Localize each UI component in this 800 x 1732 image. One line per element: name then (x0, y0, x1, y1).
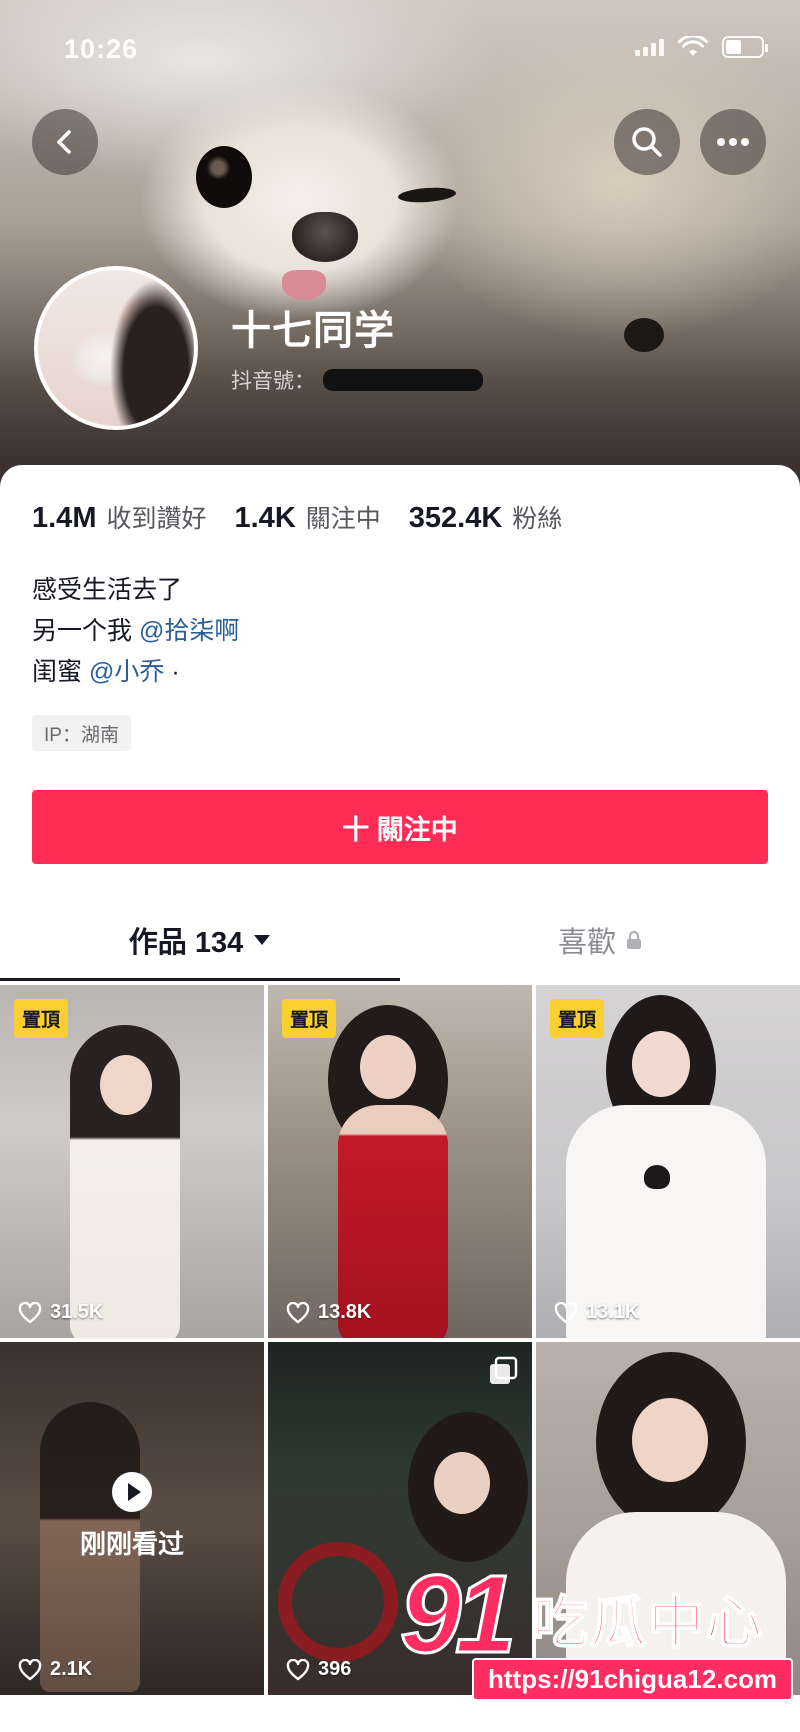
multi-image-icon (488, 1356, 518, 1386)
banner-image-detail (292, 212, 358, 262)
stats-row: 1.4M 收到讚好 1.4K 關注中 352.4K 粉絲 (32, 499, 562, 535)
more-dots-icon (717, 138, 749, 146)
bio-mention-link[interactable]: @拾柒啊 (139, 617, 239, 645)
bio-text: 闺蜜 (32, 658, 83, 686)
bio-text: · (171, 658, 180, 686)
banner-image-detail (397, 185, 457, 205)
heart-outline-icon (18, 1301, 42, 1323)
lock-icon (627, 930, 641, 949)
follow-button-label: 十 關注中 (342, 814, 458, 845)
stat-label: 關注中 (305, 505, 381, 533)
like-count-text: 2.1K (50, 1658, 93, 1680)
like-count-text: 396 (318, 1658, 352, 1680)
bio-line: 感受生活去了 (32, 576, 183, 604)
thumbnail-figure (360, 1035, 416, 1099)
recently-watched-label: 刚刚看过 (79, 1529, 184, 1559)
profile-nickname: 十七同学 (231, 309, 395, 353)
caret-down-icon (254, 935, 271, 945)
video-tile[interactable]: 置頂 13.1K (536, 985, 800, 1338)
bio-mention-link[interactable]: @小乔 (89, 658, 164, 686)
pinned-badge: 置頂 (14, 999, 69, 1038)
thumbnail-figure (434, 1452, 490, 1514)
heart-outline-icon (554, 1301, 578, 1323)
bio-line: 另一个我 @拾柒啊 (32, 611, 239, 652)
bio-line: 闺蜜 @小乔 · (32, 652, 239, 693)
thumbnail-figure (644, 1165, 670, 1189)
banner-image-detail (196, 146, 252, 208)
video-like-count: 13.8K (286, 1301, 371, 1324)
content-tabs: 作品 134 喜歡 (0, 900, 800, 980)
pinned-badge: 置頂 (550, 999, 605, 1038)
ip-location-tag: IP：湖南 (32, 715, 131, 751)
active-tab-indicator (0, 978, 400, 981)
status-icons (635, 36, 768, 58)
thumbnail-figure (632, 1031, 690, 1097)
stat-following[interactable]: 1.4K 關注中 (235, 499, 381, 535)
stat-label: 粉絲 (512, 505, 563, 533)
avatar[interactable] (34, 266, 198, 430)
video-tile[interactable]: 置頂 31.5K (0, 985, 264, 1338)
video-like-count: 31.5K (18, 1301, 103, 1324)
heart-outline-icon (286, 1658, 310, 1680)
banner-image-detail (282, 270, 326, 300)
stat-likes-received[interactable]: 1.4M 收到讚好 (32, 499, 207, 535)
back-button[interactable] (32, 109, 98, 175)
follow-button[interactable]: 十 關注中 (32, 790, 768, 864)
recently-watched-overlay: 刚刚看过 (0, 1470, 264, 1561)
watermark-name: 吃瓜中心 (531, 1590, 764, 1655)
wifi-icon (678, 36, 708, 56)
stat-value: 1.4K (234, 502, 296, 534)
bio-text: 另一个我 (32, 617, 133, 645)
like-count-text: 13.1K (586, 1301, 640, 1323)
signal-icon (635, 38, 664, 56)
search-icon (632, 127, 662, 157)
douyin-id-row[interactable]: 抖音號： (231, 365, 483, 395)
watermark-logo: 91 (398, 1553, 517, 1676)
thumbnail-figure (278, 1542, 398, 1662)
chevron-left-icon (57, 130, 71, 154)
heart-outline-icon (18, 1658, 42, 1680)
video-tile[interactable]: 刚刚看过 2.1K (0, 1342, 264, 1695)
banner-image-detail (624, 318, 664, 352)
profile-bio: 感受生活去了 另一个我 @拾柒啊 闺蜜 @小乔 · (32, 570, 239, 693)
douyin-id-redaction (323, 369, 483, 391)
douyin-id-label: 抖音號： (231, 370, 315, 393)
battery-icon (722, 36, 768, 58)
tab-works-label: 作品 134 (128, 927, 244, 959)
tab-works[interactable]: 作品 134 (0, 900, 400, 980)
watermark-url: https://91chigua12.com (472, 1658, 793, 1701)
like-count-text: 13.8K (318, 1301, 372, 1323)
play-circle-icon (112, 1472, 152, 1512)
tab-likes[interactable]: 喜歡 (400, 900, 800, 980)
pinned-badge: 置頂 (282, 999, 337, 1038)
stat-value: 352.4K (408, 502, 503, 534)
thumbnail-figure (632, 1398, 708, 1482)
site-watermark: 91 吃瓜中心 https://91chigua12.com (398, 1553, 793, 1710)
status-time: 10:26 (64, 34, 139, 64)
more-button[interactable] (700, 109, 766, 175)
video-like-count: 396 (286, 1658, 351, 1681)
tab-likes-label: 喜歡 (557, 927, 616, 959)
video-tile[interactable]: 置頂 13.8K (268, 985, 532, 1338)
stat-followers[interactable]: 352.4K 粉絲 (409, 499, 563, 535)
thumbnail-figure (100, 1055, 152, 1115)
like-count-text: 31.5K (50, 1301, 104, 1323)
video-like-count: 2.1K (18, 1658, 92, 1681)
stat-label: 收到讚好 (106, 505, 207, 533)
video-like-count: 13.1K (554, 1301, 639, 1324)
stat-value: 1.4M (32, 502, 97, 534)
heart-outline-icon (286, 1301, 310, 1323)
search-button[interactable] (614, 109, 680, 175)
